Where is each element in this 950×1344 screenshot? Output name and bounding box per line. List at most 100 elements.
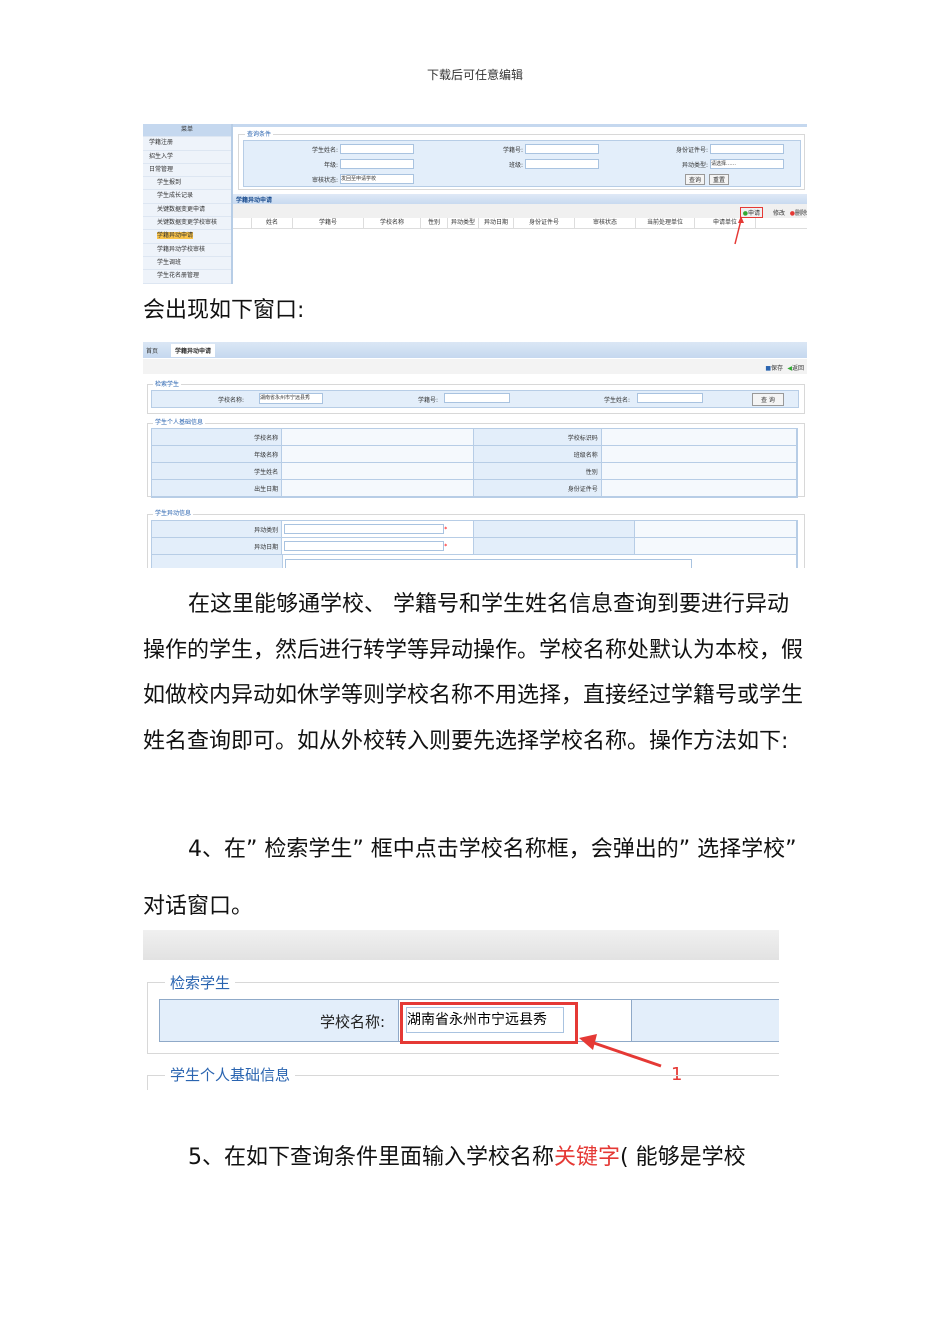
tab-home[interactable]: 首页 xyxy=(146,346,158,355)
screenshot-student-change-list: 菜单 学籍注册 招生入学 日常管理 学生报到 学生成长记录 关键数据变更申请 关键数据变更学校… xyxy=(143,124,807,284)
field-value xyxy=(601,463,797,479)
delete-button[interactable]: ●删除 xyxy=(790,208,807,217)
sidebar-item[interactable]: 学籍异动申请 xyxy=(143,230,231,244)
column-header[interactable]: 当前处理单位 xyxy=(636,218,695,228)
class-input[interactable] xyxy=(525,159,599,169)
red-arrow-icon xyxy=(734,216,744,245)
column-header[interactable]: 姓名 xyxy=(252,218,293,228)
xjh-input[interactable] xyxy=(444,393,510,403)
label-grade: 年级: xyxy=(323,162,338,169)
sidebar-item[interactable]: 关键数据变更学校审核 xyxy=(143,217,231,231)
grade-input[interactable] xyxy=(340,159,414,169)
table-row: 学校名称 学校标识码 xyxy=(152,429,797,446)
label-type: 异动类型: xyxy=(681,162,708,169)
tab-student-change[interactable]: 学籍异动申请 xyxy=(171,344,216,357)
change-date-input[interactable] xyxy=(284,541,445,551)
label-xjh: 学籍号: xyxy=(502,147,523,154)
paragraph-2: 在这里能够通学校、 学籍号和学生姓名信息查询到要进行异动操作的学生，然后进行转学… xyxy=(143,592,804,754)
sidebar-item[interactable]: 招生入学 xyxy=(143,151,231,164)
label-class: 班级: xyxy=(508,162,523,169)
status-select[interactable]: 发回至申请学校 xyxy=(340,174,414,184)
column-header[interactable]: 身份证件号 xyxy=(514,218,575,228)
basic-info-table: 学校名称 学校标识码 年级名称 班级名称 学生姓名 性别 出生日期 身份证件号 xyxy=(151,428,798,498)
field-value xyxy=(282,429,474,445)
column-header[interactable]: 异动类型 xyxy=(448,218,479,228)
change-type-select[interactable] xyxy=(284,524,445,534)
document-page: 下载后可任意编辑 菜单 学籍注册 招生入学 日常管理 学生报到 学生成长记录 关键数据变更申… xyxy=(0,0,950,1344)
field-value xyxy=(282,480,474,496)
red-arrow-icon xyxy=(579,1034,662,1068)
school-label: 学校名称: xyxy=(218,397,245,404)
keyword-highlight: 关键字 xyxy=(554,1145,621,1170)
field-value xyxy=(601,480,797,496)
sidebar-item[interactable]: 学生报到 xyxy=(143,177,231,191)
student-name-input[interactable] xyxy=(637,393,703,403)
search-legend: 检索学生 xyxy=(153,379,182,388)
screenshot-change-form: 首页 学籍异动申请 ■保存 ◀返回 检索学生 学校名称: 湖南省永州市宁远县秀 … xyxy=(143,342,807,568)
search-legend: 检索学生 xyxy=(165,972,236,993)
column-header[interactable]: 审核状态 xyxy=(575,218,636,228)
text: ( 能够是学校 xyxy=(620,1145,746,1170)
label-name: 学生姓名: xyxy=(311,147,338,154)
field-value xyxy=(282,463,474,479)
save-button[interactable]: ■保存 xyxy=(765,363,783,372)
column-header[interactable]: 申请单位 xyxy=(695,218,756,228)
field-value xyxy=(282,446,474,462)
required-mark: * xyxy=(444,525,448,533)
delete-label: 删除 xyxy=(794,210,807,217)
name-input[interactable] xyxy=(340,144,414,154)
label-id: 身份证件号: xyxy=(675,147,708,154)
table-row: 年级名称 班级名称 xyxy=(152,446,797,463)
back-label: 返回 xyxy=(791,365,804,372)
required-mark: * xyxy=(444,542,448,550)
column-header[interactable]: 异动日期 xyxy=(479,218,514,228)
sidebar-item[interactable]: 学籍异动学校审核 xyxy=(143,244,231,257)
query-button[interactable]: 查 询 xyxy=(752,393,784,406)
sidebar-header[interactable]: 菜单 xyxy=(143,124,231,138)
paragraph-4: 5、在如下查询条件里面输入学校名称关键字( 能够是学校 xyxy=(143,1135,808,1181)
column-header[interactable]: 学籍号 xyxy=(293,218,364,228)
school-input[interactable]: 湖南省永州市宁远县秀 xyxy=(406,1007,564,1033)
field-label: 学校标识码 xyxy=(473,429,602,445)
basic-info-legend: 学生个人基础信息 xyxy=(153,417,206,426)
field-label: 年级名称 xyxy=(152,446,283,462)
basic-info-legend: 学生个人基础信息 xyxy=(165,1064,296,1085)
apply-label: 申请 xyxy=(747,210,760,217)
sidebar-item[interactable]: 学生成长记录 xyxy=(143,190,231,204)
query-legend: 查询条件 xyxy=(245,129,274,138)
type-select[interactable]: 请选择…… xyxy=(710,159,784,169)
school-label: 学校名称: xyxy=(320,1013,386,1031)
xjh-label: 学籍号: xyxy=(418,397,439,404)
column-header[interactable]: 性别 xyxy=(421,218,448,228)
field-label: 性别 xyxy=(473,463,602,479)
remark-textarea[interactable] xyxy=(285,559,692,568)
text: 5、在如下查询条件里面输入学校名称 xyxy=(188,1145,554,1170)
reset-button[interactable]: 重置 xyxy=(709,174,730,185)
field-value xyxy=(601,446,797,462)
name-label: 学生姓名: xyxy=(604,397,631,404)
screenshot-search-student: 检索学生 学校名称: 湖南省永州市宁远县秀 1 学生个人基础信息 xyxy=(143,930,779,1090)
column-header[interactable]: 学校名称 xyxy=(364,218,421,228)
field-label: 出生日期 xyxy=(152,480,283,496)
edit-button[interactable]: 修改 xyxy=(773,208,785,217)
sidebar-item[interactable]: 学籍注册 xyxy=(143,137,231,151)
xjh-input[interactable] xyxy=(525,144,599,154)
paragraph-1: 会出现如下窗口: xyxy=(143,298,305,323)
school-input[interactable]: 湖南省永州市宁远县秀 xyxy=(259,393,323,404)
back-button[interactable]: ◀返回 xyxy=(787,363,804,372)
sidebar-item[interactable]: 日常管理 xyxy=(143,164,231,178)
sidebar-item[interactable]: 关键数据变更申请 xyxy=(143,204,231,218)
list-title: 学籍异动申请 xyxy=(236,197,273,204)
field-value xyxy=(601,429,797,445)
query-button[interactable]: 查询 xyxy=(685,174,706,185)
table-row: 出生日期 身份证件号 xyxy=(152,480,797,497)
change-info-legend: 学生异动信息 xyxy=(153,508,194,517)
field-label: 身份证件号 xyxy=(473,480,602,496)
change-type-label: 异动类别 xyxy=(152,521,283,537)
sidebar-item[interactable]: 学生花名册管理 xyxy=(143,270,231,284)
label-status: 审核状态: xyxy=(311,177,338,184)
sidebar-menu: 菜单 学籍注册 招生入学 日常管理 学生报到 学生成长记录 关键数据变更申请 关键数据变更学校… xyxy=(143,124,231,284)
sidebar-item-active[interactable]: 学籍异动申请 xyxy=(157,232,194,240)
sidebar-item[interactable]: 学生调班 xyxy=(143,257,231,271)
id-input[interactable] xyxy=(710,144,784,154)
